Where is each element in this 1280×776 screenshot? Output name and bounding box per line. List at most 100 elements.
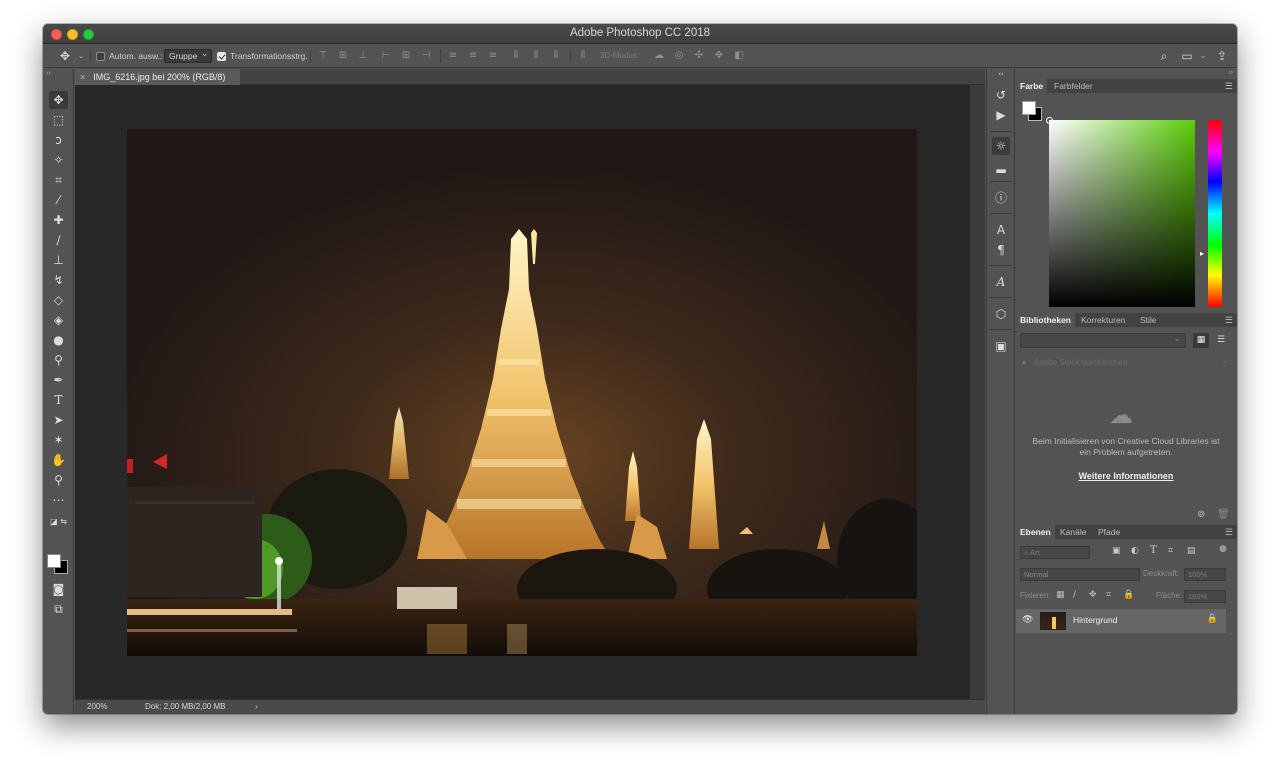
custom-shape-tool-icon[interactable]: ✶ xyxy=(49,431,68,449)
libraries-panel-icon[interactable]: ▣ xyxy=(992,337,1010,355)
lasso-tool-icon[interactable]: ↄ xyxy=(49,131,68,149)
roll-3d-icon[interactable]: ◎ xyxy=(673,50,685,62)
quick-mask-icon[interactable]: ◙ xyxy=(49,580,68,598)
auto-select-dropdown[interactable]: Gruppe xyxy=(164,47,213,63)
share-icon[interactable]: ⇪ xyxy=(1214,48,1230,64)
type-tool-icon[interactable]: T xyxy=(49,391,68,409)
color-picker-cursor[interactable] xyxy=(1046,117,1053,124)
paragraph-panel-icon[interactable]: ¶ xyxy=(992,241,1010,259)
layer-row[interactable]: 👁 Hintergrund 🔒 xyxy=(1016,609,1226,633)
close-tab-icon[interactable]: × xyxy=(80,72,85,82)
adjustment-filter-icon[interactable]: ◐ xyxy=(1131,546,1139,556)
history-panel-icon[interactable]: ↺ xyxy=(992,86,1010,104)
trash-icon[interactable]: 🗑 xyxy=(1217,509,1230,520)
chevron-down-icon[interactable]: ⌄ xyxy=(73,48,89,64)
history-brush-tool-icon[interactable]: ↯ xyxy=(49,271,68,289)
tab-ebenen[interactable]: Ebenen xyxy=(1016,525,1055,539)
pen-tool-icon[interactable]: ✒ xyxy=(49,371,68,389)
auto-select-value[interactable]: Gruppe xyxy=(164,47,213,63)
eraser-tool-icon[interactable]: ◇ xyxy=(49,291,68,309)
healing-brush-tool-icon[interactable]: ✚ xyxy=(49,211,68,229)
zoom-level[interactable]: 200% xyxy=(87,700,107,714)
panel-menu-icon[interactable]: ☰ xyxy=(1225,315,1233,326)
blend-mode-select[interactable]: Normal xyxy=(1020,568,1140,581)
visibility-eye-icon[interactable]: 👁 xyxy=(1022,615,1033,625)
zoom-tool-icon[interactable]: ⚲ xyxy=(49,471,68,489)
align-horizontal-center-icon[interactable]: ⊞ xyxy=(400,50,412,62)
workspace-icon[interactable]: ▭ xyxy=(1179,48,1195,64)
glyphs-panel-icon[interactable]: A xyxy=(992,273,1010,291)
transform-controls-option[interactable]: Transformationsstrg. xyxy=(217,49,308,63)
distribute-vcenter-icon[interactable]: ≡ xyxy=(467,50,479,62)
distribute-top-icon[interactable]: ≡ xyxy=(447,50,459,62)
align-bottom-icon[interactable]: ⊥ xyxy=(357,50,369,62)
screen-mode-icon[interactable]: ⧉ xyxy=(49,600,68,618)
search-icon[interactable]: ⌕ xyxy=(1156,48,1172,64)
distribute-bottom-icon[interactable]: ≡ xyxy=(487,50,499,62)
auto-align-layers-icon[interactable]: ⫴ xyxy=(577,50,589,62)
collapse-toolbar-icon[interactable]: ›› xyxy=(46,70,51,77)
foreground-color-swatch[interactable] xyxy=(47,554,61,568)
tab-korrekturen[interactable]: Korrekturen xyxy=(1077,313,1129,327)
hand-tool-icon[interactable]: ✋ xyxy=(49,451,68,469)
tab-kanaele[interactable]: Kanäle xyxy=(1056,525,1090,539)
opacity-input[interactable]: 100% xyxy=(1184,568,1226,581)
scale-3d-icon[interactable]: ◧ xyxy=(733,50,745,62)
smart-object-filter-icon[interactable]: ▤ xyxy=(1187,546,1196,556)
3d-panel-icon[interactable]: ⬡ xyxy=(992,305,1010,323)
orbit-3d-icon[interactable]: ☁ xyxy=(653,50,665,62)
panel-menu-icon[interactable]: ☰ xyxy=(1225,527,1233,538)
drag-3d-icon[interactable]: ✣ xyxy=(693,50,705,62)
align-right-icon[interactable]: ⊣ xyxy=(420,50,432,62)
eyedropper-tool-icon[interactable]: ⁄ xyxy=(49,191,68,209)
edit-toolbar-icon[interactable]: ⋯ xyxy=(49,491,68,509)
chevron-down-icon[interactable]: ⌄ xyxy=(1195,48,1211,64)
dodge-tool-icon[interactable]: ⚲ xyxy=(49,351,68,369)
align-top-icon[interactable]: ⊤ xyxy=(317,50,329,62)
move-tool-icon[interactable]: ✥ xyxy=(49,91,68,109)
hue-slider-marker[interactable]: ▸ xyxy=(1200,249,1204,258)
distribute-left-icon[interactable]: ⦀ xyxy=(510,50,522,62)
lock-artboard-icon[interactable]: ⌗ xyxy=(1106,590,1111,600)
info-panel-icon[interactable]: ⓘ xyxy=(992,189,1010,207)
character-panel-icon[interactable]: A xyxy=(992,221,1010,239)
histogram-panel-icon[interactable]: ▂ xyxy=(992,157,1010,175)
align-vertical-center-icon[interactable]: ⊞ xyxy=(337,50,349,62)
slide-3d-icon[interactable]: ✥ xyxy=(713,50,725,62)
distribute-right-icon[interactable]: ⦀ xyxy=(550,50,562,62)
hue-slider[interactable] xyxy=(1208,120,1222,307)
more-info-link[interactable]: Weitere Informationen xyxy=(1026,471,1226,481)
move-tool-preset-icon[interactable]: ✥ xyxy=(57,48,73,64)
actions-panel-icon[interactable]: ▶ xyxy=(992,106,1010,124)
list-view-icon[interactable]: ☰ xyxy=(1213,333,1229,348)
pixel-filter-icon[interactable]: ▣ xyxy=(1112,546,1121,556)
path-selection-tool-icon[interactable]: ➤ xyxy=(49,411,68,429)
status-menu-arrow[interactable]: › xyxy=(255,700,258,714)
tab-pfade[interactable]: Pfade xyxy=(1094,525,1124,539)
shape-filter-icon[interactable]: ⌗ xyxy=(1168,546,1173,556)
tab-stile[interactable]: Stile xyxy=(1136,313,1161,327)
lock-position-icon[interactable]: ✥ xyxy=(1089,590,1097,600)
color-panel-foreground-swatch[interactable] xyxy=(1022,101,1036,115)
distribute-hcenter-icon[interactable]: ⦀ xyxy=(530,50,542,62)
canvas-area[interactable] xyxy=(75,85,970,699)
color-picker-field[interactable] xyxy=(1046,117,1195,307)
lock-pixels-icon[interactable]: ∕ xyxy=(1073,590,1076,600)
lock-transparency-icon[interactable]: ▦ xyxy=(1056,590,1065,600)
tab-farbfelder[interactable]: Farbfelder xyxy=(1050,79,1097,93)
type-filter-icon[interactable]: T xyxy=(1150,545,1157,556)
document-image[interactable] xyxy=(127,129,917,656)
filter-toggle-icon[interactable]: ● xyxy=(1219,544,1227,554)
fill-input[interactable]: 100% xyxy=(1184,590,1226,603)
tab-bibliotheken[interactable]: Bibliotheken xyxy=(1016,313,1076,327)
auto-select-checkbox[interactable] xyxy=(96,51,105,61)
stock-search-input[interactable]: ⌕ Adobe Stock durchsuchen ⌄ xyxy=(1020,356,1232,370)
align-left-icon[interactable]: ⊢ xyxy=(380,50,392,62)
cc-sync-icon[interactable]: ⊚ xyxy=(1197,509,1205,520)
grid-view-icon[interactable]: ▦ xyxy=(1193,333,1209,348)
panel-menu-icon[interactable]: ☰ xyxy=(1225,81,1233,92)
crop-tool-icon[interactable]: ⌗ xyxy=(49,171,68,189)
blur-tool-icon[interactable]: ● xyxy=(49,331,68,349)
default-colors-icon[interactable]: ◪ ⇆ xyxy=(49,513,68,531)
auto-select-option[interactable]: Autom. ausw.: xyxy=(96,49,162,63)
